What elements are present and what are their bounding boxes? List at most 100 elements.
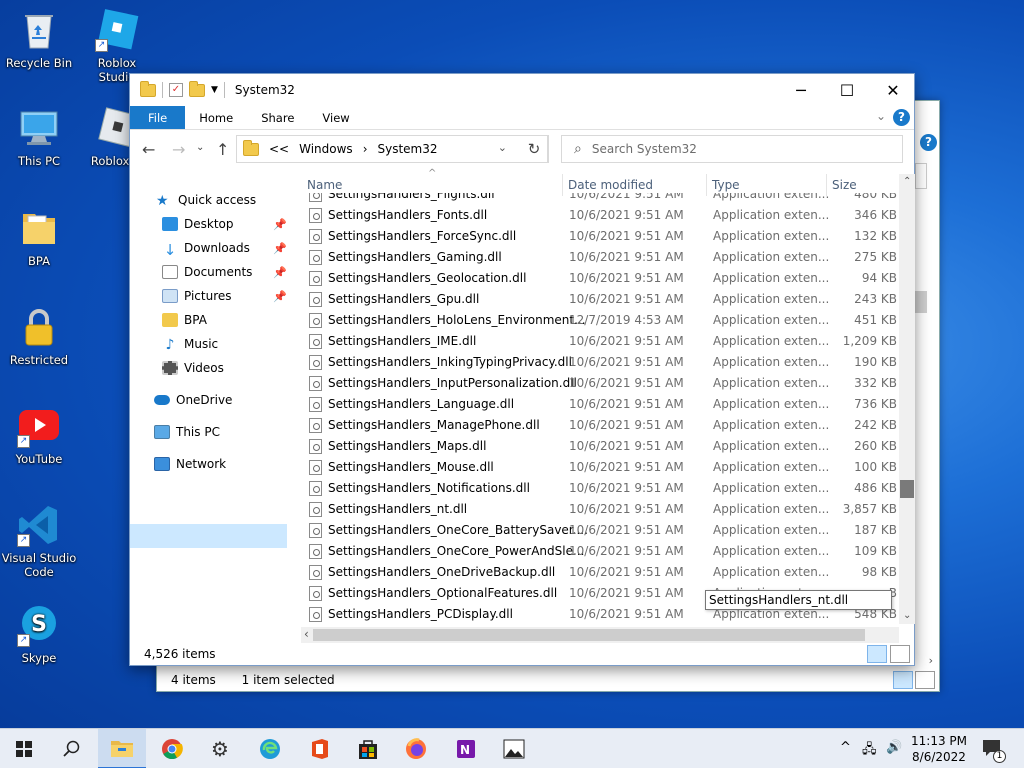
breadcrumb-overflow[interactable]: << xyxy=(269,142,289,156)
tab-share[interactable]: Share xyxy=(247,106,308,129)
file-row[interactable]: SettingsHandlers_OneCore_BatterySaver...… xyxy=(301,520,899,541)
start-button[interactable] xyxy=(0,729,48,768)
chevron-right-icon[interactable]: › xyxy=(363,142,368,156)
explorer-window[interactable]: ✓ ▼ System32 ─ ☐ ✕ File Home Share View … xyxy=(129,73,915,666)
vertical-scrollbar[interactable]: ⌃ ⌄ xyxy=(899,174,915,624)
file-row[interactable]: SettingsHandlers_Gaming.dll 10/6/2021 9:5… xyxy=(301,247,899,268)
address-dropdown-icon[interactable]: ⌄ xyxy=(498,141,507,154)
scroll-up-icon[interactable]: ⌃ xyxy=(903,176,911,187)
file-row[interactable]: SettingsHandlers_OneDriveBackup.dll 10/6/… xyxy=(301,562,899,583)
background-window-scroll-thumb[interactable] xyxy=(915,291,927,313)
address-bar[interactable]: << Windows › System32 ⌄ xyxy=(236,135,548,163)
expand-ribbon-icon[interactable]: ⌄ xyxy=(876,109,886,123)
desktop-icon-recycle-bin[interactable]: Recycle Bin xyxy=(1,8,77,70)
scroll-down-icon[interactable]: ⌄ xyxy=(903,610,911,621)
taskbar-onenote[interactable]: N xyxy=(442,729,490,768)
file-row[interactable]: SettingsHandlers_Maps.dll 10/6/2021 9:51 … xyxy=(301,436,899,457)
pin-icon[interactable]: 📌 xyxy=(273,266,287,279)
show-hidden-icons-chevron-icon[interactable]: ^ xyxy=(840,740,851,755)
nav-documents[interactable]: Documents xyxy=(162,260,252,284)
tab-home[interactable]: Home xyxy=(185,106,247,129)
desktop-icon-vscode[interactable]: ↗ Visual Studio Code xyxy=(1,503,77,579)
details-view-button[interactable] xyxy=(893,671,913,689)
pin-icon[interactable]: 📌 xyxy=(273,242,287,255)
action-center-button[interactable]: 1 xyxy=(982,739,1006,763)
close-button[interactable]: ✕ xyxy=(870,74,916,106)
taskbar-photos[interactable] xyxy=(490,729,538,768)
file-row[interactable]: SettingsHandlers_ForceSync.dll 10/6/2021 … xyxy=(301,226,899,247)
taskbar-settings[interactable]: ⚙ xyxy=(196,729,244,768)
column-date-modified[interactable]: Date modified xyxy=(568,178,653,192)
taskbar-file-explorer[interactable] xyxy=(98,729,146,768)
vertical-scroll-thumb[interactable] xyxy=(900,480,914,498)
taskbar-office[interactable] xyxy=(296,729,344,768)
nav-videos[interactable]: Videos xyxy=(162,356,224,380)
back-arrow-icon[interactable]: ← xyxy=(142,140,155,159)
file-row[interactable]: SettingsHandlers_InputPersonalization.dl… xyxy=(301,373,899,394)
forward-arrow-icon[interactable]: → xyxy=(172,140,185,159)
system-clock[interactable]: 11:13 PM 8/6/2022 xyxy=(904,733,974,765)
desktop-icon-skype[interactable]: S ↗ Skype xyxy=(1,603,77,665)
title-bar[interactable]: ✓ ▼ System32 ─ ☐ ✕ xyxy=(130,74,914,106)
desktop-icon-this-pc[interactable]: This PC xyxy=(1,106,77,168)
desktop-icon-youtube[interactable]: ↗ YouTube xyxy=(1,404,77,466)
file-row[interactable]: SettingsHandlers_Notifications.dll 10/6/2… xyxy=(301,478,899,499)
large-icons-view-button[interactable] xyxy=(890,645,910,663)
properties-icon[interactable]: ✓ xyxy=(169,83,183,97)
pin-icon[interactable]: 📌 xyxy=(273,290,287,303)
customize-toolbar-icon[interactable]: ▼ xyxy=(211,85,218,95)
maximize-button[interactable]: ☐ xyxy=(824,74,870,106)
column-name[interactable]: Name xyxy=(307,178,342,192)
large-icons-view-button[interactable] xyxy=(915,671,935,689)
nav-network[interactable]: Network xyxy=(154,452,226,476)
pin-icon[interactable]: 📌 xyxy=(273,218,287,231)
file-row[interactable]: SettingsHandlers_Language.dll 10/6/2021 9… xyxy=(301,394,899,415)
search-button[interactable] xyxy=(48,729,96,768)
new-folder-icon[interactable] xyxy=(189,80,205,97)
file-row[interactable]: SettingsHandlers_nt.dll 10/6/2021 9:51 AM… xyxy=(301,499,899,520)
file-row[interactable]: SettingsHandlers_Geolocation.dll 10/6/202… xyxy=(301,268,899,289)
taskbar-firefox[interactable] xyxy=(392,729,440,768)
file-row[interactable]: SettingsHandlers_Gpu.dll 10/6/2021 9:51 A… xyxy=(301,289,899,310)
refresh-button[interactable]: ↻ xyxy=(520,135,549,163)
nav-bpa[interactable]: BPA xyxy=(162,308,207,332)
column-size[interactable]: Size xyxy=(832,178,857,192)
nav-pictures[interactable]: Pictures xyxy=(162,284,232,308)
breadcrumb-windows[interactable]: Windows xyxy=(299,142,353,156)
taskbar-edge[interactable] xyxy=(246,729,294,768)
scroll-right-icon[interactable]: › xyxy=(929,654,933,667)
up-arrow-icon[interactable]: ↑ xyxy=(216,140,229,159)
network-status-icon[interactable]: 🖧 xyxy=(862,740,877,762)
scroll-left-icon[interactable]: ‹ xyxy=(304,627,309,641)
horizontal-scroll-thumb[interactable] xyxy=(313,629,865,641)
details-view-button[interactable] xyxy=(867,645,887,663)
search-input[interactable]: Search System32 xyxy=(592,142,697,156)
nav-onedrive[interactable]: OneDrive xyxy=(154,388,232,412)
help-icon[interactable]: ? xyxy=(920,134,937,151)
file-row[interactable]: SettingsHandlers_InkingTypingPrivacy.dll… xyxy=(301,352,899,373)
desktop-icon-bpa[interactable]: BPA xyxy=(1,206,77,268)
column-type[interactable]: Type xyxy=(712,178,740,192)
taskbar-store[interactable] xyxy=(344,729,392,768)
file-row[interactable]: SettingsHandlers_Fonts.dll 10/6/2021 9:51… xyxy=(301,205,899,226)
nav-quick-access[interactable]: ★ Quick access xyxy=(156,188,256,212)
nav-music[interactable]: ♪ Music xyxy=(162,332,219,356)
help-icon[interactable]: ? xyxy=(893,109,910,126)
tab-file[interactable]: File xyxy=(130,106,186,129)
file-row[interactable]: SettingsHandlers_OneCore_PowerAndSle... 1… xyxy=(301,541,899,562)
nav-downloads[interactable]: ↓ Downloads xyxy=(162,236,250,260)
breadcrumb-system32[interactable]: System32 xyxy=(378,142,438,156)
file-row[interactable]: SettingsHandlers_HoloLens_Environment...… xyxy=(301,310,899,331)
file-row[interactable]: SettingsHandlers_ManagePhone.dll 10/6/202… xyxy=(301,415,899,436)
file-row[interactable]: SettingsHandlers_IME.dll 10/6/2021 9:51 A… xyxy=(301,331,899,352)
desktop-icon-restricted[interactable]: Restricted xyxy=(1,305,77,367)
nav-desktop[interactable]: Desktop xyxy=(162,212,234,236)
file-row[interactable]: SettingsHandlers_Flights.dll 10/6/2021 9:… xyxy=(301,193,899,205)
minimize-button[interactable]: ─ xyxy=(778,74,824,106)
taskbar-chrome[interactable] xyxy=(148,729,196,768)
tab-view[interactable]: View xyxy=(308,106,363,129)
recent-locations-icon[interactable]: ⌄ xyxy=(196,142,204,153)
nav-this-pc[interactable]: This PC xyxy=(154,420,220,444)
volume-icon[interactable]: 🔊 xyxy=(886,740,902,755)
horizontal-scrollbar[interactable]: ‹ xyxy=(301,627,899,643)
